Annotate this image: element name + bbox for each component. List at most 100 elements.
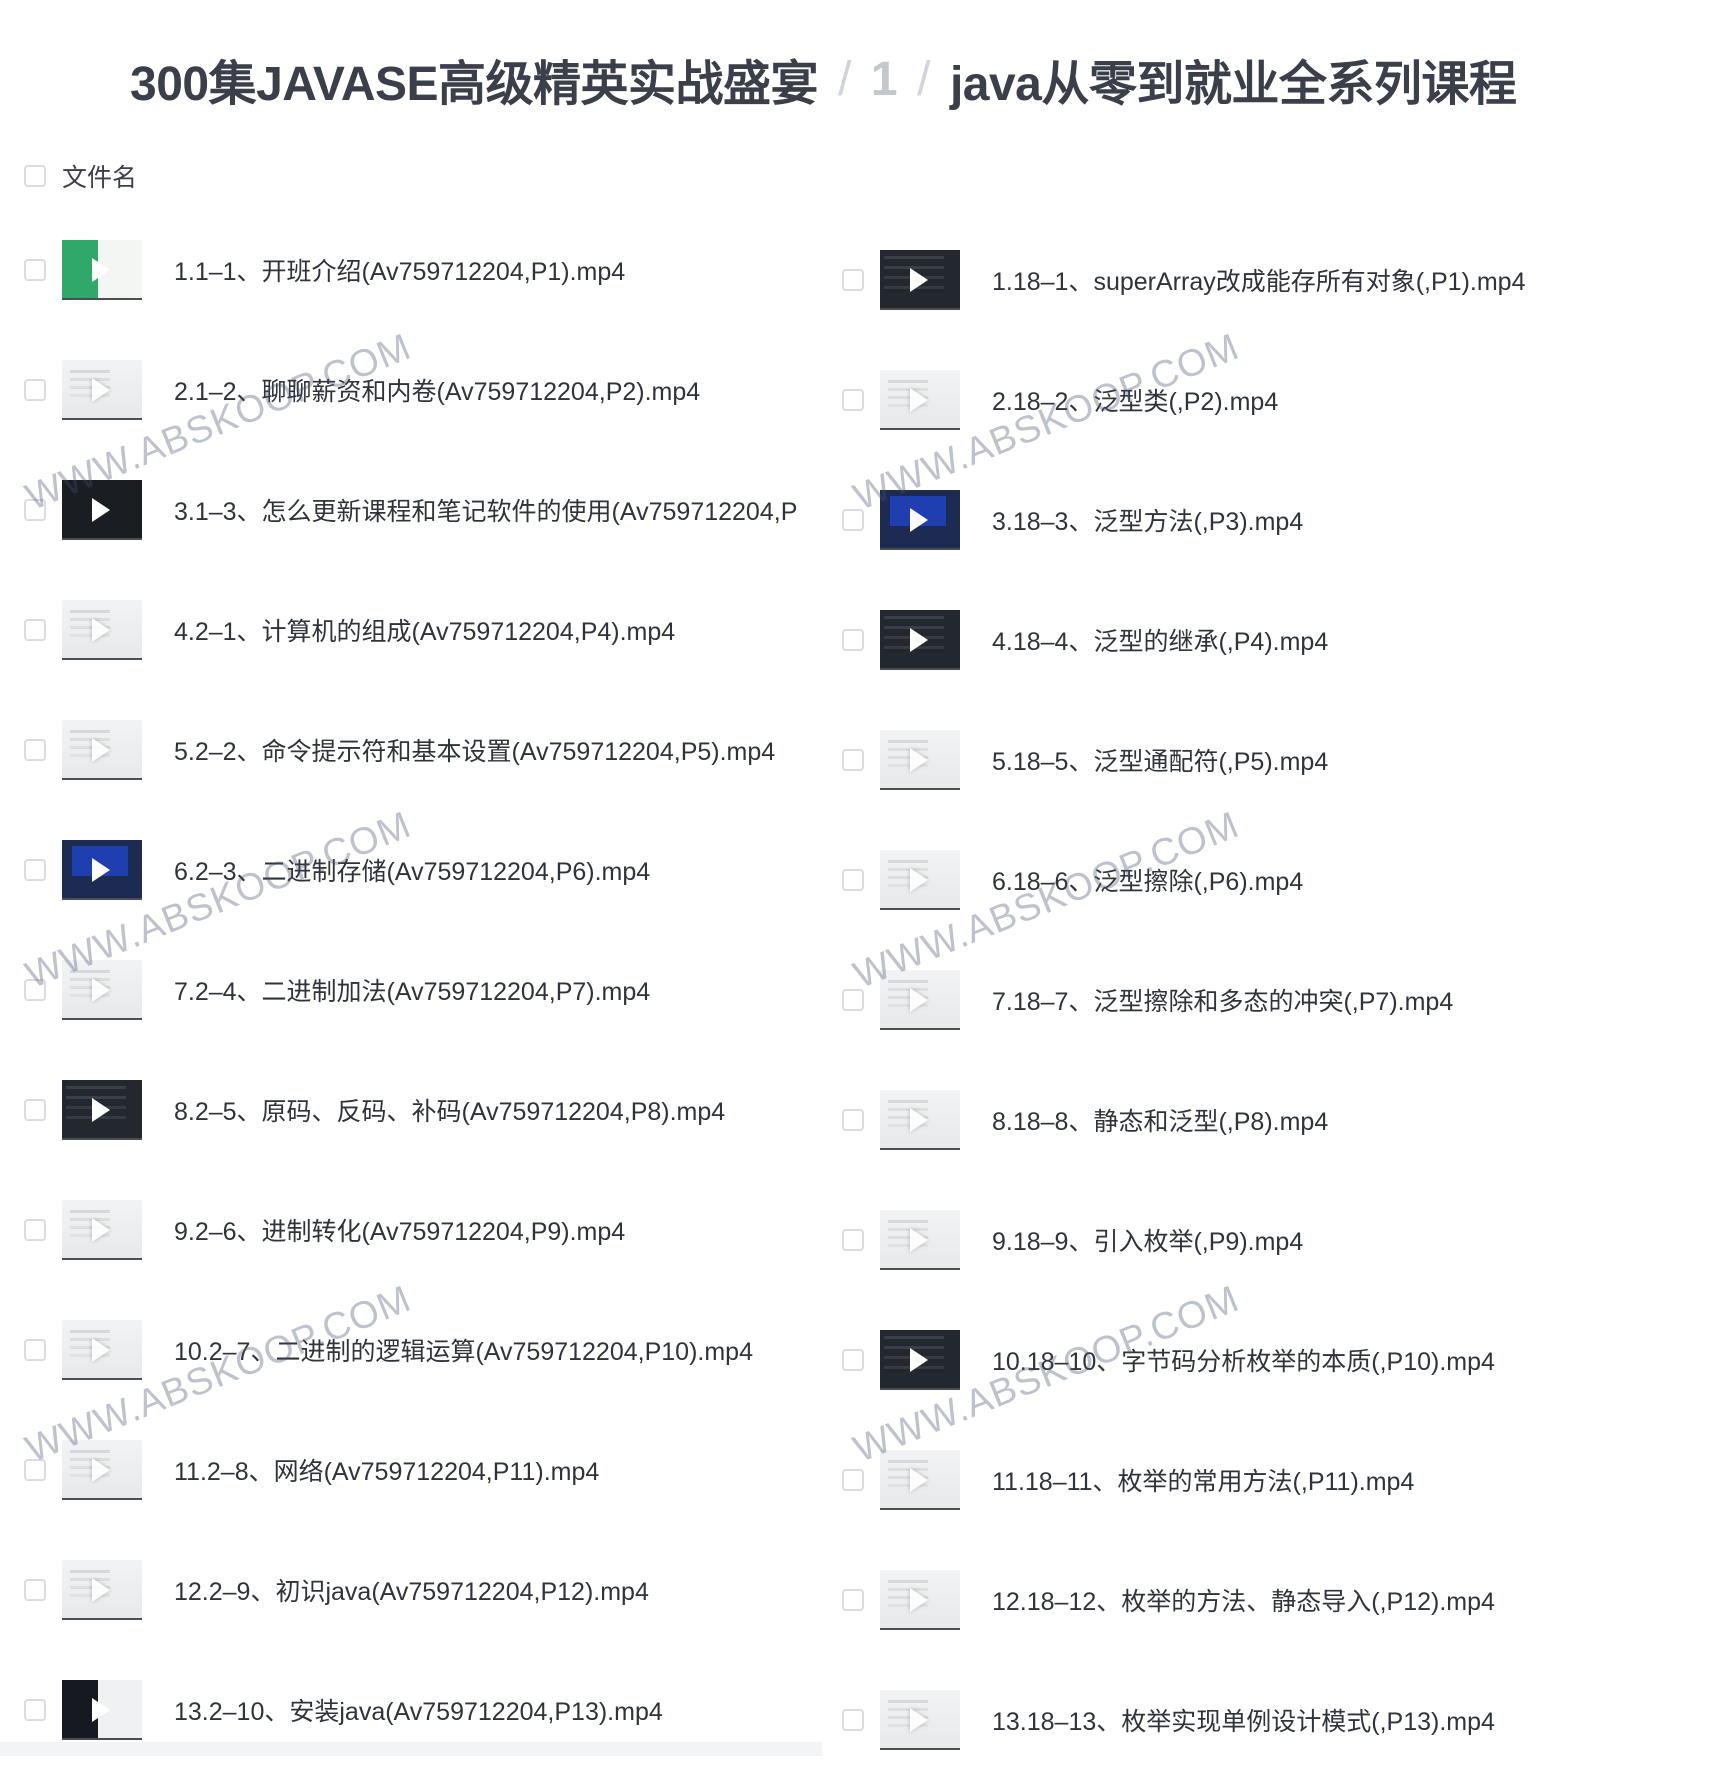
- video-thumbnail[interactable]: [880, 490, 960, 550]
- video-thumbnail[interactable]: [880, 610, 960, 670]
- file-checkbox[interactable]: [842, 1589, 864, 1611]
- video-thumbnail[interactable]: [880, 1210, 960, 1270]
- file-checkbox[interactable]: [24, 1099, 46, 1121]
- file-checkbox[interactable]: [24, 1579, 46, 1601]
- file-row[interactable]: 11.18–11、枚举的常用方法(,P11).mp4: [842, 1420, 1662, 1540]
- video-thumbnail[interactable]: [880, 850, 960, 910]
- file-row[interactable]: 7.2–4、二进制加法(Av759712204,P7).mp4: [24, 930, 844, 1050]
- file-row[interactable]: 10.18–10、字节码分析枚举的本质(,P10).mp4: [842, 1300, 1662, 1420]
- file-name[interactable]: 10.18–10、字节码分析枚举的本质(,P10).mp4: [992, 1342, 1495, 1378]
- file-name[interactable]: 6.2–3、二进制存储(Av759712204,P6).mp4: [174, 852, 650, 888]
- file-name[interactable]: 9.18–9、引入枚举(,P9).mp4: [992, 1222, 1303, 1258]
- video-thumbnail[interactable]: [880, 370, 960, 430]
- file-checkbox[interactable]: [842, 1109, 864, 1131]
- file-name[interactable]: 4.2–1、计算机的组成(Av759712204,P4).mp4: [174, 612, 675, 648]
- video-thumbnail[interactable]: [62, 960, 142, 1020]
- video-thumbnail[interactable]: [880, 1090, 960, 1150]
- file-row[interactable]: 2.1–2、聊聊薪资和内卷(Av759712204,P2).mp4: [24, 330, 844, 450]
- video-thumbnail[interactable]: [62, 840, 142, 900]
- file-name[interactable]: 8.18–8、静态和泛型(,P8).mp4: [992, 1102, 1328, 1138]
- file-row[interactable]: 5.2–2、命令提示符和基本设置(Av759712204,P5).mp4: [24, 690, 844, 810]
- file-name[interactable]: 7.2–4、二进制加法(Av759712204,P7).mp4: [174, 972, 650, 1008]
- breadcrumb-root[interactable]: 300集JAVASE高级精英实战盛宴: [130, 44, 819, 114]
- file-row[interactable]: 8.18–8、静态和泛型(,P8).mp4: [842, 1060, 1662, 1180]
- video-thumbnail[interactable]: [62, 600, 142, 660]
- file-row[interactable]: 9.18–9、引入枚举(,P9).mp4: [842, 1180, 1662, 1300]
- file-row[interactable]: 4.2–1、计算机的组成(Av759712204,P4).mp4: [24, 570, 844, 690]
- file-name[interactable]: 6.18–6、泛型擦除(,P6).mp4: [992, 862, 1303, 898]
- video-thumbnail[interactable]: [880, 970, 960, 1030]
- file-name[interactable]: 5.18–5、泛型通配符(,P5).mp4: [992, 742, 1328, 778]
- file-row[interactable]: 12.2–9、初识java(Av759712204,P12).mp4: [24, 1530, 844, 1650]
- file-checkbox[interactable]: [24, 619, 46, 641]
- file-checkbox[interactable]: [24, 1459, 46, 1481]
- file-checkbox[interactable]: [842, 1229, 864, 1251]
- video-thumbnail[interactable]: [880, 730, 960, 790]
- file-name[interactable]: 7.18–7、泛型擦除和多态的冲突(,P7).mp4: [992, 982, 1453, 1018]
- video-thumbnail[interactable]: [880, 1330, 960, 1390]
- file-row[interactable]: 13.18–13、枚举实现单例设计模式(,P13).mp4: [842, 1660, 1662, 1780]
- file-name[interactable]: 4.18–4、泛型的继承(,P4).mp4: [992, 622, 1328, 658]
- file-checkbox[interactable]: [842, 749, 864, 771]
- video-thumbnail[interactable]: [62, 480, 142, 540]
- file-name[interactable]: 11.2–8、网络(Av759712204,P11).mp4: [174, 1452, 599, 1488]
- file-row[interactable]: 5.18–5、泛型通配符(,P5).mp4: [842, 700, 1662, 820]
- file-row[interactable]: 3.18–3、泛型方法(,P3).mp4: [842, 460, 1662, 580]
- file-checkbox[interactable]: [842, 389, 864, 411]
- file-checkbox[interactable]: [24, 259, 46, 281]
- video-thumbnail[interactable]: [62, 360, 142, 420]
- file-row[interactable]: 7.18–7、泛型擦除和多态的冲突(,P7).mp4: [842, 940, 1662, 1060]
- file-checkbox[interactable]: [24, 1339, 46, 1361]
- video-thumbnail[interactable]: [880, 1690, 960, 1750]
- file-row[interactable]: 10.2–7、二进制的逻辑运算(Av759712204,P10).mp4: [24, 1290, 844, 1410]
- file-row[interactable]: 9.2–6、进制转化(Av759712204,P9).mp4: [24, 1170, 844, 1290]
- column-header-filename[interactable]: 文件名: [62, 158, 137, 194]
- file-checkbox[interactable]: [24, 1699, 46, 1721]
- file-row[interactable]: 4.18–4、泛型的继承(,P4).mp4: [842, 580, 1662, 700]
- file-checkbox[interactable]: [842, 269, 864, 291]
- file-name[interactable]: 3.1–3、怎么更新课程和笔记软件的使用(Av759712204,P: [174, 492, 797, 528]
- video-thumbnail[interactable]: [62, 240, 142, 300]
- file-checkbox[interactable]: [842, 869, 864, 891]
- file-row[interactable]: 6.2–3、二进制存储(Av759712204,P6).mp4: [24, 810, 844, 930]
- select-all-checkbox[interactable]: [24, 165, 46, 187]
- file-name[interactable]: 10.2–7、二进制的逻辑运算(Av759712204,P10).mp4: [174, 1332, 753, 1368]
- video-thumbnail[interactable]: [880, 250, 960, 310]
- file-checkbox[interactable]: [24, 859, 46, 881]
- video-thumbnail[interactable]: [62, 1680, 142, 1740]
- video-thumbnail[interactable]: [62, 1440, 142, 1500]
- breadcrumb-middle[interactable]: 1: [871, 52, 898, 107]
- file-name[interactable]: 2.1–2、聊聊薪资和内卷(Av759712204,P2).mp4: [174, 372, 700, 408]
- file-checkbox[interactable]: [842, 629, 864, 651]
- file-checkbox[interactable]: [24, 379, 46, 401]
- file-name[interactable]: 13.18–13、枚举实现单例设计模式(,P13).mp4: [992, 1702, 1495, 1738]
- video-thumbnail[interactable]: [62, 720, 142, 780]
- file-name[interactable]: 12.2–9、初识java(Av759712204,P12).mp4: [174, 1572, 649, 1608]
- file-row[interactable]: 11.2–8、网络(Av759712204,P11).mp4: [24, 1410, 844, 1530]
- video-thumbnail[interactable]: [62, 1200, 142, 1260]
- horizontal-scrollbar[interactable]: [0, 1742, 822, 1756]
- file-name[interactable]: 11.18–11、枚举的常用方法(,P11).mp4: [992, 1462, 1414, 1498]
- file-checkbox[interactable]: [24, 739, 46, 761]
- file-checkbox[interactable]: [842, 509, 864, 531]
- video-thumbnail[interactable]: [880, 1570, 960, 1630]
- file-row[interactable]: 8.2–5、原码、反码、补码(Av759712204,P8).mp4: [24, 1050, 844, 1170]
- file-name[interactable]: 1.1–1、开班介绍(Av759712204,P1).mp4: [174, 252, 625, 288]
- file-checkbox[interactable]: [24, 499, 46, 521]
- file-name[interactable]: 12.18–12、枚举的方法、静态导入(,P12).mp4: [992, 1582, 1495, 1618]
- file-name[interactable]: 5.2–2、命令提示符和基本设置(Av759712204,P5).mp4: [174, 732, 775, 768]
- video-thumbnail[interactable]: [62, 1560, 142, 1620]
- file-row[interactable]: 3.1–3、怎么更新课程和笔记软件的使用(Av759712204,P: [24, 450, 844, 570]
- file-checkbox[interactable]: [24, 1219, 46, 1241]
- file-checkbox[interactable]: [842, 989, 864, 1011]
- file-name[interactable]: 13.2–10、安装java(Av759712204,P13).mp4: [174, 1692, 663, 1728]
- file-row[interactable]: 12.18–12、枚举的方法、静态导入(,P12).mp4: [842, 1540, 1662, 1660]
- file-row[interactable]: 2.18–2、泛型类(,P2).mp4: [842, 340, 1662, 460]
- file-checkbox[interactable]: [842, 1469, 864, 1491]
- file-name[interactable]: 2.18–2、泛型类(,P2).mp4: [992, 382, 1278, 418]
- file-name[interactable]: 1.18–1、superArray改成能存所有对象(,P1).mp4: [992, 262, 1526, 298]
- file-row[interactable]: 1.18–1、superArray改成能存所有对象(,P1).mp4: [842, 220, 1662, 340]
- file-row[interactable]: 6.18–6、泛型擦除(,P6).mp4: [842, 820, 1662, 940]
- file-name[interactable]: 9.2–6、进制转化(Av759712204,P9).mp4: [174, 1212, 625, 1248]
- video-thumbnail[interactable]: [62, 1320, 142, 1380]
